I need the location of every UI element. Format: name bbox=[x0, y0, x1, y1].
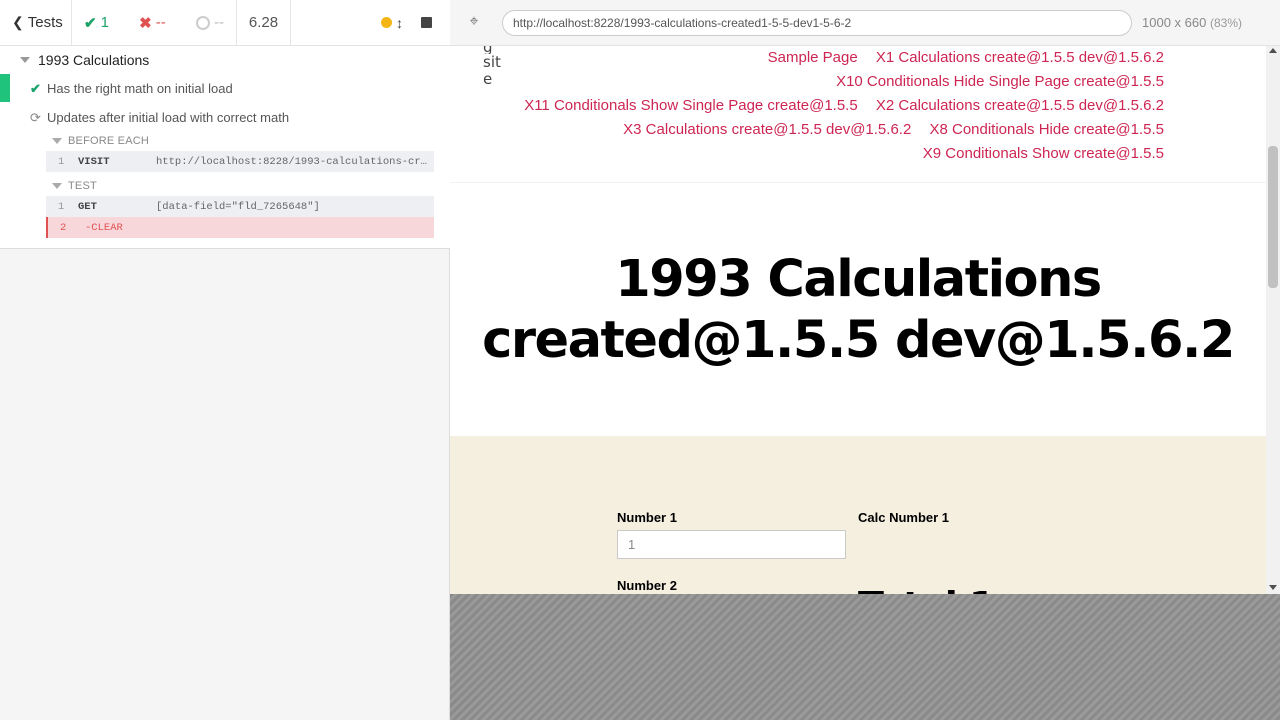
menu-link-x11[interactable]: X11 Conditionals Show Single Page create… bbox=[524, 97, 858, 114]
aut-scrollbar[interactable] bbox=[1266, 46, 1280, 594]
test-hook[interactable]: TEST bbox=[52, 180, 97, 192]
test-item-running[interactable]: ⟳ Updates after initial load with correc… bbox=[0, 103, 450, 131]
menu-link-x8[interactable]: X8 Conditionals Hide create@1.5.5 bbox=[929, 121, 1164, 138]
reporter-header: ❮ Tests ✔ 1 ✖ -- -- 6.28 ↕ bbox=[0, 0, 450, 46]
caret-down-icon bbox=[20, 57, 30, 63]
url-bar[interactable]: http://localhost:8228/1993-calculations-… bbox=[502, 10, 1132, 36]
run-controls: ↕ bbox=[291, 0, 450, 45]
stop-icon[interactable] bbox=[421, 17, 432, 28]
duration: 6.28 bbox=[237, 0, 291, 45]
command-get[interactable]: 1 GET [data-field="fld_7265648"] bbox=[46, 196, 434, 217]
pass-indicator bbox=[0, 74, 10, 102]
divider bbox=[450, 182, 1266, 183]
failed-count: ✖ -- bbox=[139, 14, 166, 32]
circle-notch-icon bbox=[196, 15, 210, 30]
chevron-left-icon: ❮ bbox=[12, 14, 24, 30]
check-icon: ✔ bbox=[30, 81, 41, 96]
auto-scroll-toggle[interactable]: ↕ bbox=[381, 15, 403, 31]
caret-down-icon bbox=[52, 138, 62, 144]
total-value: Total 1 bbox=[858, 584, 995, 594]
aut-header: ⌖ http://localhost:8228/1993-calculation… bbox=[450, 0, 1280, 46]
viewport-background bbox=[450, 594, 1280, 720]
passed-count: ✔ 1 bbox=[84, 14, 109, 32]
status-dot-icon bbox=[381, 17, 392, 28]
primary-menu: Sample Page X1 Calculations create@1.5.5… bbox=[464, 46, 1164, 166]
viewport-info[interactable]: 1000 x 660 (83%) bbox=[1142, 15, 1242, 30]
cypress-runner: ❮ Tests ✔ 1 ✖ -- -- 6.28 ↕ 1993 Calculat… bbox=[0, 0, 1280, 720]
aut-iframe: g sit e Sample Page X1 Calculations crea… bbox=[450, 46, 1266, 594]
menu-link-x1[interactable]: X1 Calculations create@1.5.5 dev@1.5.6.2 bbox=[876, 49, 1164, 66]
page-title: 1993 Calculations created@1.5.5 dev@1.5.… bbox=[482, 250, 1235, 370]
x-icon: ✖ bbox=[139, 14, 152, 32]
calc-number1-label: Calc Number 1 bbox=[858, 510, 950, 525]
number1-label: Number 1 bbox=[617, 510, 677, 525]
arrows-vertical-icon: ↕ bbox=[396, 14, 403, 31]
menu-link-x9[interactable]: X9 Conditionals Show create@1.5.5 bbox=[923, 145, 1164, 162]
menu-link-x2[interactable]: X2 Calculations create@1.5.5 dev@1.5.6.2 bbox=[876, 97, 1164, 114]
number2-label: Number 2 bbox=[617, 578, 677, 593]
check-icon: ✔ bbox=[84, 14, 97, 32]
test-reporter: ❮ Tests ✔ 1 ✖ -- -- 6.28 ↕ 1993 Calculat… bbox=[0, 0, 450, 720]
caret-down-icon bbox=[52, 183, 62, 189]
runnables-panel: 1993 Calculations ✔ Has the right math o… bbox=[0, 46, 450, 249]
pending-count: -- bbox=[196, 14, 224, 31]
test-item-passed[interactable]: ✔ Has the right math on initial load bbox=[0, 74, 450, 102]
test-stats: ✔ 1 ✖ -- -- bbox=[72, 0, 237, 45]
back-to-tests-button[interactable]: ❮ Tests bbox=[0, 0, 72, 45]
refresh-icon: ⟳ bbox=[30, 110, 41, 125]
number1-input[interactable]: 1 bbox=[617, 530, 846, 559]
scroll-down-icon[interactable] bbox=[1269, 585, 1277, 590]
crosshair-icon[interactable]: ⌖ bbox=[464, 12, 484, 32]
scroll-up-icon[interactable] bbox=[1269, 48, 1277, 53]
command-clear[interactable]: 2 -CLEAR bbox=[46, 217, 434, 238]
menu-link-x10[interactable]: X10 Conditionals Hide Single Page create… bbox=[836, 73, 1164, 90]
before-each-hook[interactable]: BEFORE EACH bbox=[52, 135, 149, 147]
scroll-thumb[interactable] bbox=[1268, 146, 1278, 288]
command-visit[interactable]: 1 VISIT http://localhost:8228/1993-calcu… bbox=[46, 151, 434, 172]
calculation-form: Number 1 1 Calc Number 1 Number 2 Total … bbox=[450, 436, 1266, 594]
suite-title[interactable]: 1993 Calculations bbox=[20, 52, 149, 68]
back-label: Tests bbox=[27, 14, 63, 31]
menu-link-sample-page[interactable]: Sample Page bbox=[768, 49, 858, 66]
menu-link-x3[interactable]: X3 Calculations create@1.5.5 dev@1.5.6.2 bbox=[623, 121, 911, 138]
